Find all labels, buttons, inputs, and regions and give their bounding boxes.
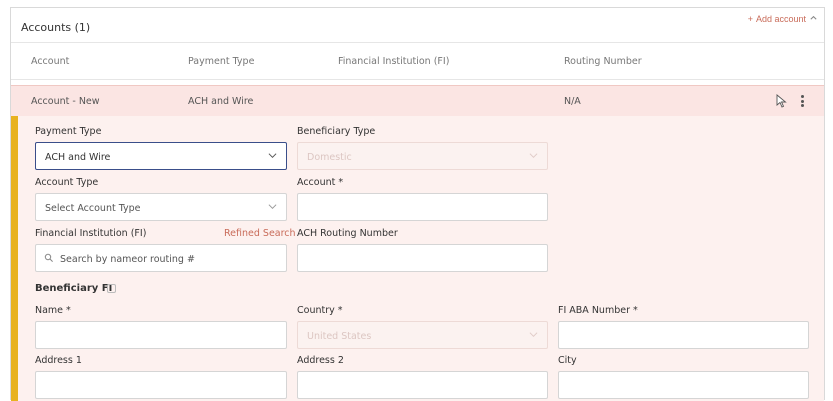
ach-routing-input[interactable] [297,244,548,272]
city-label: City [558,355,577,366]
payment-type-value: ACH and Wire [45,152,111,163]
beneficiary-type-value: Domestic [307,152,352,163]
chevron-down-icon [529,332,538,338]
account-detail-form: Payment Type ACH and Wire Beneficiary Ty… [11,116,824,401]
chevron-up-icon[interactable] [809,13,818,24]
address1-input[interactable] [35,371,287,399]
beneficiary-type-label: Beneficiary Type [297,126,376,137]
chevron-down-icon [268,153,277,159]
chevron-down-icon [529,153,538,159]
fi-search-input[interactable]: Search by nameor routing # [35,244,287,272]
account-type-select[interactable]: Select Account Type [35,193,287,221]
row-routing-number: N/A [564,96,581,107]
city-input[interactable] [558,371,809,399]
mouse-pointer-icon [776,94,787,111]
plus-icon: + [747,14,753,24]
chevron-down-icon [268,204,277,210]
country-label: Country * [297,305,343,316]
address2-label: Address 2 [297,355,344,366]
refined-search-link[interactable]: Refined Search [224,228,296,239]
fi-aba-number-label: FI ABA Number * [558,305,638,316]
payment-type-label: Payment Type [35,126,102,137]
address1-label: Address 1 [35,355,82,366]
row-account: Account - New [31,96,100,107]
panel-title: Accounts (1) [21,21,91,34]
more-options-icon[interactable] [797,92,807,110]
info-icon[interactable] [107,284,116,293]
accounts-panel: Accounts (1) + Add account Account Payme… [10,7,825,401]
table-header: Account Payment Type Financial Instituti… [11,43,824,80]
account-type-label: Account Type [35,177,99,188]
add-account-label: Add account [755,14,806,24]
fi-search-placeholder: Search by nameor routing # [60,254,195,265]
row-payment-type: ACH and Wire [188,96,254,107]
beneficiary-fi-heading: Beneficiary FI [35,283,113,294]
fi-label: Financial Institution (FI) [35,228,147,239]
column-header-routing-number: Routing Number [564,56,642,67]
payment-type-select[interactable]: ACH and Wire [35,142,287,170]
search-icon [44,253,53,262]
column-header-account: Account [31,56,70,67]
country-select[interactable]: United States [297,321,548,349]
accent-bar [11,116,18,401]
fi-aba-number-input[interactable] [558,321,809,349]
beneficiary-type-select[interactable]: Domestic [297,142,548,170]
name-label: Name * [35,305,71,316]
add-account-button[interactable]: + Add account [748,14,806,24]
column-header-fi: Financial Institution (FI) [338,56,450,67]
panel-header: Accounts (1) + Add account [11,8,824,43]
account-label: Account * [297,177,344,188]
name-input[interactable] [35,321,287,349]
country-value: United States [307,331,372,342]
account-input[interactable] [297,193,548,221]
column-header-payment-type: Payment Type [188,56,255,67]
table-row[interactable]: Account - New ACH and Wire N/A [11,85,824,116]
account-type-placeholder: Select Account Type [45,203,141,214]
address2-input[interactable] [297,371,548,399]
ach-routing-label: ACH Routing Number [297,228,398,239]
